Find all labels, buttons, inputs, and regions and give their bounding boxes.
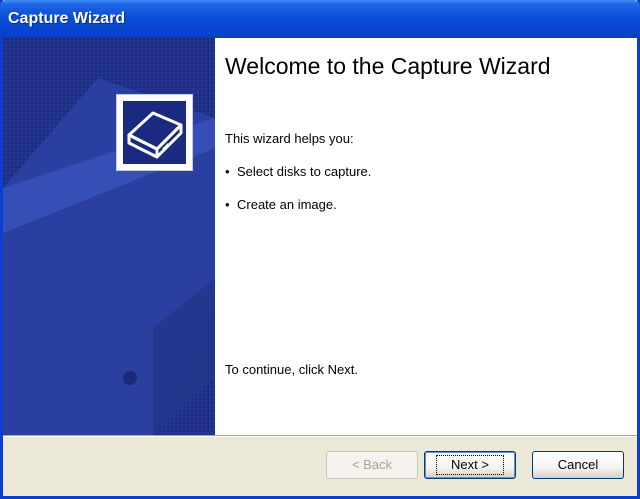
bullet-item: • Create an image. [225, 197, 337, 212]
cancel-button[interactable]: Cancel [532, 451, 624, 479]
disk-drive-icon [123, 101, 186, 164]
wizard-icon-frame [116, 94, 193, 171]
next-button[interactable]: Next > [424, 451, 516, 479]
wizard-window: Capture Wizard Welcome to the Capture Wi… [0, 0, 640, 499]
back-button[interactable]: < Back [326, 451, 418, 479]
button-separator [3, 435, 637, 437]
bullet-item: • Select disks to capture. [225, 164, 371, 179]
title-bar[interactable]: Capture Wizard [0, 0, 640, 38]
bullet-dot: • [225, 197, 230, 212]
continue-text: To continue, click Next. [225, 362, 358, 377]
wizard-sidebar-art [3, 38, 215, 435]
wizard-content: Welcome to the Capture Wizard This wizar… [215, 38, 637, 435]
next-button-label: Next > [436, 455, 504, 475]
wizard-heading: Welcome to the Capture Wizard [225, 53, 551, 79]
bullet-dot: • [225, 164, 230, 179]
window-title: Capture Wizard [8, 10, 126, 27]
bullet-text: Create an image. [237, 197, 337, 212]
intro-text: This wizard helps you: [225, 131, 354, 146]
bullet-text: Select disks to capture. [237, 164, 372, 179]
